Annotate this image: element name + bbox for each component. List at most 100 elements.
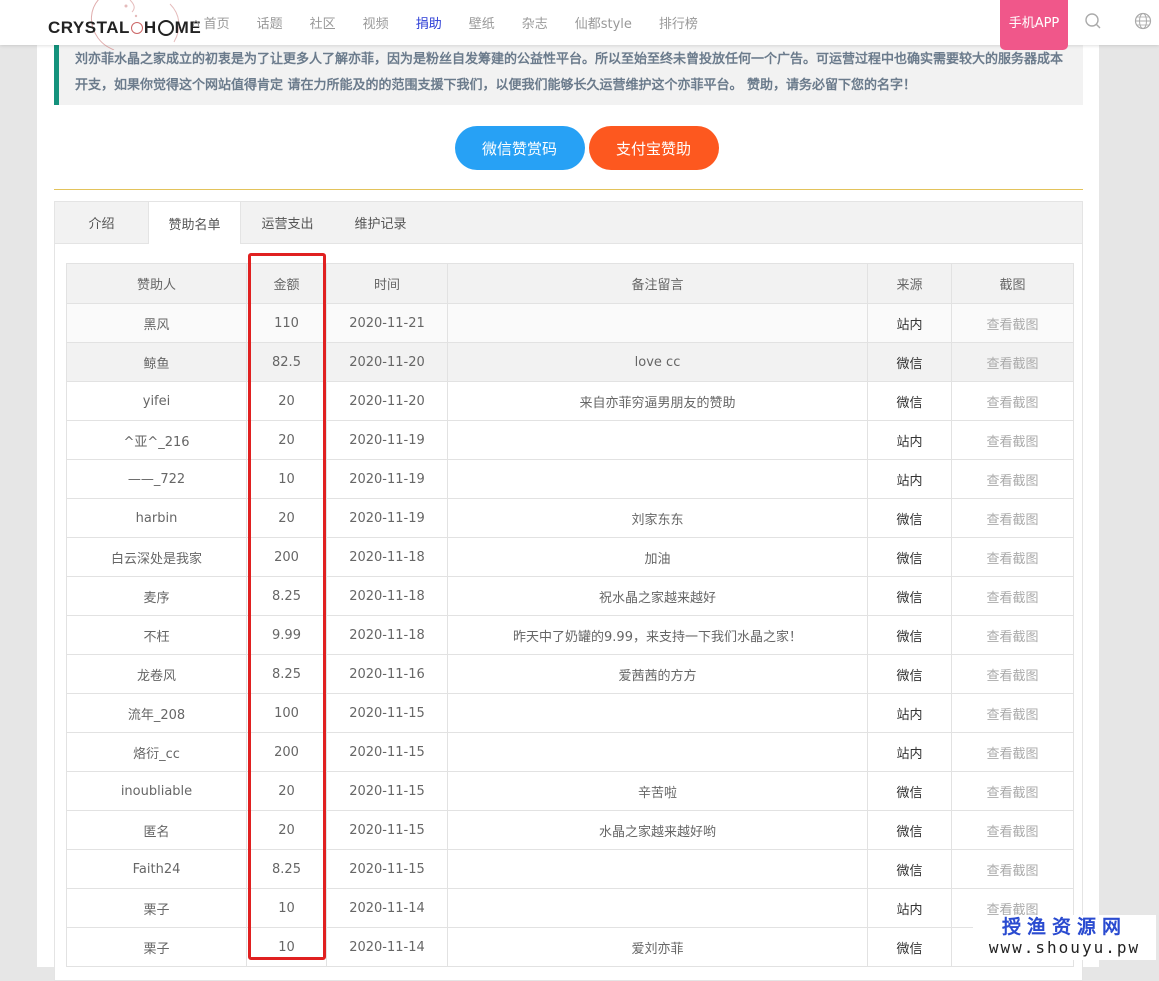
- column-header-time: 时间: [326, 263, 448, 304]
- donor-name: ——_722: [66, 459, 247, 499]
- home-icon: ⌂: [192, 15, 200, 30]
- donation-date: 2020-11-14: [326, 888, 448, 928]
- tab-operating-costs[interactable]: 运营支出: [241, 202, 334, 243]
- site-logo[interactable]: CRYSTAL H ME: [48, 14, 201, 42]
- donation-amount: 8.25: [246, 654, 327, 694]
- table-row: 鲸鱼 82.5 2020-11-20 love cc 微信 查看截图: [66, 342, 1074, 382]
- donation-date: 2020-11-15: [326, 693, 448, 733]
- watermark-url: www.shouyu.pw: [988, 938, 1141, 957]
- view-screenshot-link[interactable]: 查看截图: [951, 693, 1074, 733]
- view-screenshot-link[interactable]: 查看截图: [951, 498, 1074, 538]
- donor-name: 黑风: [66, 303, 247, 343]
- table-row: 烙衍_cc 200 2020-11-15 站内 查看截图: [66, 732, 1074, 772]
- donor-name: harbin: [66, 498, 247, 538]
- tab-bar: 介绍 赞助名单 运营支出 维护记录: [55, 202, 1082, 244]
- donation-note: 来自亦菲穷逼男朋友的赞助: [447, 381, 868, 421]
- tab-maintenance-log[interactable]: 维护记录: [334, 202, 427, 243]
- nav-item-ranking[interactable]: 排行榜: [659, 13, 698, 32]
- donation-amount: 200: [246, 732, 327, 772]
- logo-text: CRYSTAL: [48, 18, 130, 37]
- view-screenshot-link[interactable]: 查看截图: [951, 420, 1074, 460]
- view-screenshot-link[interactable]: 查看截图: [951, 576, 1074, 616]
- donation-date: 2020-11-19: [326, 459, 448, 499]
- tab-intro[interactable]: 介绍: [55, 202, 148, 243]
- donor-name: 栗子: [66, 927, 247, 967]
- nav-label: 首页: [203, 17, 230, 32]
- donation-source: 微信: [867, 771, 952, 811]
- view-screenshot-link[interactable]: 查看截图: [951, 810, 1074, 850]
- tab-donor-list[interactable]: 赞助名单: [148, 202, 241, 244]
- nav-item-wallpaper[interactable]: 壁纸: [469, 13, 495, 32]
- watermark-cn: 授渔资源网: [1001, 916, 1127, 938]
- view-screenshot-link[interactable]: 查看截图: [951, 849, 1074, 889]
- donation-amount: 8.25: [246, 576, 327, 616]
- donation-date: 2020-11-15: [326, 810, 448, 850]
- wechat-donate-button[interactable]: 微信赞赏码: [454, 126, 585, 170]
- donation-source: 微信: [867, 342, 952, 382]
- donor-name: inoubliable: [66, 771, 247, 811]
- donation-source: 微信: [867, 654, 952, 694]
- donation-amount: 20: [246, 420, 327, 460]
- view-screenshot-link[interactable]: 查看截图: [951, 342, 1074, 382]
- view-screenshot-link[interactable]: 查看截图: [951, 615, 1074, 655]
- donation-date: 2020-11-19: [326, 498, 448, 538]
- donation-date: 2020-11-20: [326, 342, 448, 382]
- donation-note: 辛苦啦: [447, 771, 868, 811]
- logo-text-h: H: [143, 18, 157, 37]
- donation-note: [447, 888, 868, 928]
- donation-amount: 10: [246, 459, 327, 499]
- nav-item-xiandu-style[interactable]: 仙都style: [575, 13, 632, 32]
- column-header-donor: 赞助人: [66, 263, 247, 304]
- donation-amount: 8.25: [246, 849, 327, 889]
- donor-name: 白云深处是我家: [66, 537, 247, 577]
- donation-note: 爱茜茜的方方: [447, 654, 868, 694]
- donation-source: 站内: [867, 303, 952, 343]
- donor-name: 匿名: [66, 810, 247, 850]
- donation-source: 微信: [867, 849, 952, 889]
- donation-amount: 20: [246, 498, 327, 538]
- nav-item-community[interactable]: 社区: [310, 13, 336, 32]
- view-screenshot-link[interactable]: 查看截图: [951, 771, 1074, 811]
- donation-note: 昨天中了奶罐的9.99，来支持一下我们水晶之家！: [447, 615, 868, 655]
- donor-name: 不枉: [66, 615, 247, 655]
- view-screenshot-link[interactable]: 查看截图: [951, 654, 1074, 694]
- donation-amount: 20: [246, 381, 327, 421]
- donation-date: 2020-11-18: [326, 537, 448, 577]
- view-screenshot-link[interactable]: 查看截图: [951, 303, 1074, 343]
- donor-name: 龙卷风: [66, 654, 247, 694]
- column-header-amount: 金额: [246, 263, 327, 304]
- view-screenshot-link[interactable]: 查看截图: [951, 381, 1074, 421]
- search-icon[interactable]: [1083, 11, 1103, 31]
- logo-o-icon: [157, 20, 174, 36]
- donation-notice: 刘亦菲水晶之家成立的初衷是为了让更多人了解亦菲，因为是粉丝自发筹建的公益性平台。…: [54, 45, 1083, 105]
- nav-item-home[interactable]: ⌂ 首页: [192, 13, 230, 33]
- mobile-app-button[interactable]: 手机APP: [1000, 0, 1068, 50]
- view-screenshot-link[interactable]: 查看截图: [951, 537, 1074, 577]
- table-row: Faith24 8.25 2020-11-15 微信 查看截图: [66, 849, 1074, 889]
- logo-mark-icon: [130, 22, 143, 34]
- donation-amount: 9.99: [246, 615, 327, 655]
- alipay-donate-button[interactable]: 支付宝赞助: [588, 126, 719, 170]
- donation-tabs-panel: 介绍 赞助名单 运营支出 维护记录 赞助人 金额 时间 备注留言 来源 截图 黑…: [54, 201, 1083, 981]
- donation-source: 站内: [867, 732, 952, 772]
- view-screenshot-link[interactable]: 查看截图: [951, 732, 1074, 772]
- table-row: yifei 20 2020-11-20 来自亦菲穷逼男朋友的赞助 微信 查看截图: [66, 381, 1074, 421]
- donation-note: 刘家东东: [447, 498, 868, 538]
- nav-item-magazine[interactable]: 杂志: [522, 13, 548, 32]
- donate-buttons: 微信赞赏码 支付宝赞助: [0, 126, 1159, 170]
- globe-icon[interactable]: [1133, 11, 1153, 31]
- nav-item-video[interactable]: 视频: [363, 13, 389, 32]
- donation-date: 2020-11-19: [326, 420, 448, 460]
- donation-amount: 110: [246, 303, 327, 343]
- donation-note: 加油: [447, 537, 868, 577]
- donation-note: [447, 732, 868, 772]
- donor-name: Faith24: [66, 849, 247, 889]
- view-screenshot-link[interactable]: 查看截图: [951, 459, 1074, 499]
- main-nav: ⌂ 首页 话题 社区 视频 捐助 壁纸 杂志 仙都style 排行榜: [192, 0, 725, 45]
- donation-source: 站内: [867, 888, 952, 928]
- watermark: 授渔资源网 www.shouyu.pw: [973, 915, 1156, 960]
- donor-table: 赞助人 金额 时间 备注留言 来源 截图 黑风 110 2020-11-21 站内 查看…: [66, 263, 1074, 967]
- nav-item-donate[interactable]: 捐助: [416, 13, 442, 32]
- donation-date: 2020-11-21: [326, 303, 448, 343]
- nav-item-topics[interactable]: 话题: [257, 13, 283, 32]
